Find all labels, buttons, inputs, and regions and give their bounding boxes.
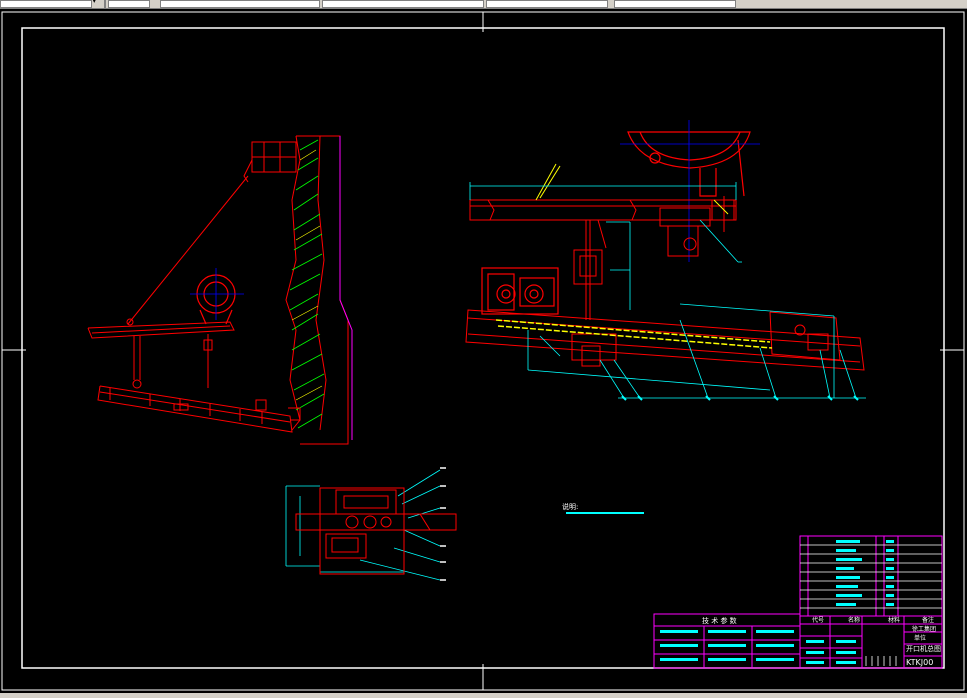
cad-drawing-canvas[interactable]: 说明: 技 术 参 数 代号 名称 材料 备注 徐工集团 单位 开口机总图 KT… (0, 9, 967, 693)
toolbar-field-4[interactable] (322, 0, 484, 8)
bom-header-material: 材料 (888, 616, 900, 624)
toolbar-combo[interactable] (0, 0, 92, 8)
title-drawing-number: KTKJ00 (906, 658, 933, 667)
toolbar-field-5[interactable] (486, 0, 608, 8)
title-company: 徐工集团 (912, 625, 936, 633)
title-drawing-name: 开口机总图 (906, 644, 941, 653)
toolbar-field-3[interactable] (160, 0, 320, 8)
status-bar (0, 693, 967, 698)
toolbar: ▾ (0, 0, 967, 9)
tech-params-title: 技 术 参 数 (702, 616, 737, 625)
toolbar-field-2[interactable] (108, 0, 150, 8)
notes-label: 说明: (562, 502, 578, 511)
bom-header-name: 名称 (848, 616, 860, 624)
bom-header-code: 代号 (812, 616, 824, 624)
toolbar-separator (104, 0, 106, 8)
chevron-down-icon[interactable]: ▾ (92, 0, 97, 6)
bom-header-remark: 备注 (922, 616, 934, 624)
notes-text-line (566, 512, 644, 514)
toolbar-field-6[interactable] (614, 0, 736, 8)
title-unit: 单位 (914, 634, 926, 642)
